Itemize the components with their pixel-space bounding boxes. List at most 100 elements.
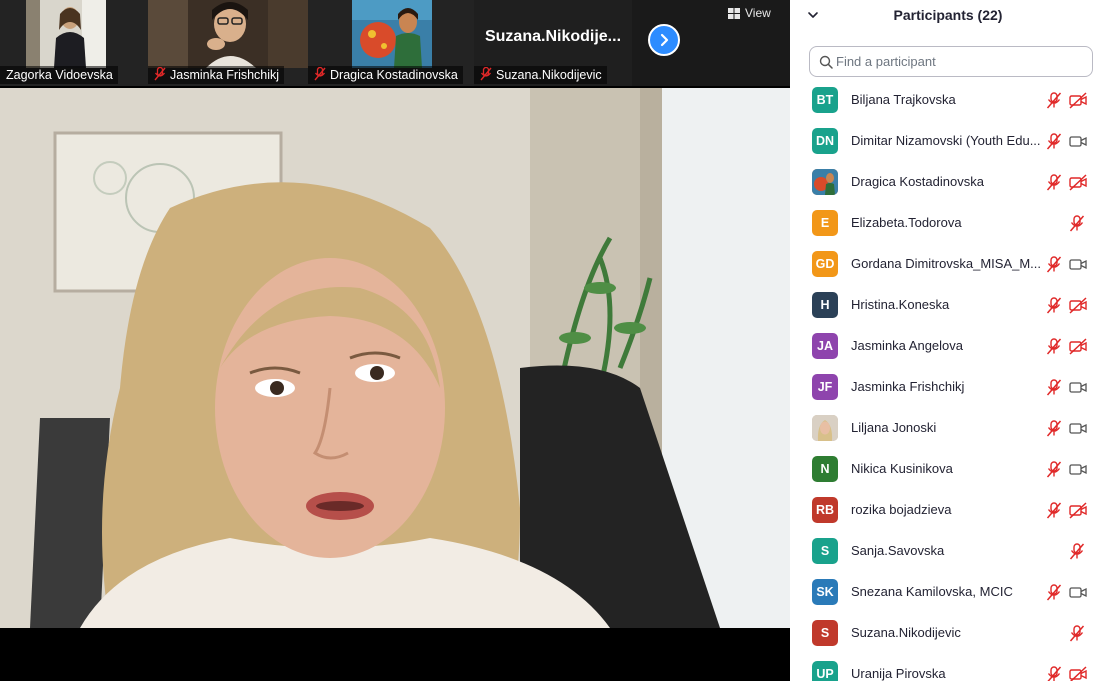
avatar: SK bbox=[812, 579, 838, 605]
participant-row[interactable]: DN Dimitar Nizamovski (Youth Edu... bbox=[790, 121, 1106, 162]
avatar: RB bbox=[812, 497, 838, 523]
video-camera-icon[interactable] bbox=[1069, 256, 1087, 273]
thumbnail-big-name: Suzana.Nikodije... bbox=[484, 28, 622, 45]
zoom-meeting-window: Zagorka Vidoevska Jasminka Frishchikj Dr… bbox=[0, 0, 1106, 681]
muted-mic-icon[interactable] bbox=[1046, 92, 1062, 109]
video-area: Zagorka Vidoevska Jasminka Frishchikj Dr… bbox=[0, 0, 790, 681]
search-input[interactable] bbox=[836, 47, 1086, 76]
participant-row[interactable]: BT Biljana Trajkovska bbox=[790, 80, 1106, 121]
muted-mic-icon[interactable] bbox=[1046, 420, 1062, 437]
avatar: H bbox=[812, 292, 838, 318]
participant-list: BT Biljana Trajkovska DN Dimitar Nizamovski… bbox=[790, 80, 1106, 681]
video-thumbnail[interactable]: Zagorka Vidoevska bbox=[0, 0, 148, 86]
participant-video bbox=[26, 0, 106, 68]
participant-row[interactable]: JA Jasminka Angelova bbox=[790, 326, 1106, 367]
avatar: E bbox=[812, 210, 838, 236]
participant-row[interactable]: UP Uranija Pirovska bbox=[790, 654, 1106, 681]
participant-row[interactable]: GD Gordana Dimitrovska_MISA_M... bbox=[790, 244, 1106, 285]
participant-row[interactable]: E Elizabeta.Todorova bbox=[790, 203, 1106, 244]
muted-mic-icon[interactable] bbox=[1046, 502, 1062, 519]
participant-search[interactable] bbox=[809, 46, 1093, 77]
participant-name: rozika bojadzieva bbox=[851, 502, 952, 517]
chevron-right-icon bbox=[660, 33, 669, 47]
participant-row[interactable]: Liljana Jonoski bbox=[790, 408, 1106, 449]
avatar: DN bbox=[812, 128, 838, 154]
participant-row[interactable]: JF Jasminka Frishchikj bbox=[790, 367, 1106, 408]
video-thumbnail[interactable]: Dragica Kostadinovska bbox=[308, 0, 474, 86]
participant-name: Jasminka Angelova bbox=[851, 338, 964, 353]
participant-name: Nikica Kusinikova bbox=[851, 461, 953, 476]
participant-name: Gordana Dimitrovska_MISA_M... bbox=[851, 256, 1042, 271]
thumbnail-name: Jasminka Frishchikj bbox=[170, 68, 280, 82]
participant-name: Dimitar Nizamovski (Youth Edu... bbox=[851, 133, 1041, 148]
thumbnail-strip: Zagorka Vidoevska Jasminka Frishchikj Dr… bbox=[0, 0, 790, 86]
video-camera-icon[interactable] bbox=[1069, 461, 1087, 478]
participant-row[interactable]: S Sanja.Savovska bbox=[790, 531, 1106, 572]
video-camera-icon[interactable] bbox=[1069, 133, 1087, 150]
muted-mic-icon[interactable] bbox=[1046, 133, 1062, 150]
video-off-icon[interactable] bbox=[1069, 338, 1087, 355]
avatar: BT bbox=[812, 87, 838, 113]
view-button[interactable]: View bbox=[728, 4, 784, 22]
participant-name: Suzana.Nikodijevic bbox=[851, 625, 961, 640]
muted-mic-icon[interactable] bbox=[1046, 256, 1062, 273]
muted-mic-icon[interactable] bbox=[1046, 584, 1062, 601]
muted-mic-icon[interactable] bbox=[1046, 461, 1062, 478]
thumbnail-name: Dragica Kostadinovska bbox=[330, 68, 458, 82]
participant-row[interactable]: S Suzana.Nikodijevic bbox=[790, 613, 1106, 654]
view-button-label: View bbox=[745, 6, 771, 20]
avatar: JF bbox=[812, 374, 838, 400]
video-off-icon[interactable] bbox=[1069, 502, 1087, 519]
video-camera-icon[interactable] bbox=[1069, 420, 1087, 437]
video-off-icon[interactable] bbox=[1069, 92, 1087, 109]
thumbnail-name-bar: Jasminka Frishchikj bbox=[148, 66, 285, 84]
participant-name: Uranija Pirovska bbox=[851, 666, 946, 681]
avatar: GD bbox=[812, 251, 838, 277]
video-camera-icon[interactable] bbox=[1069, 379, 1087, 396]
participants-panel: Participants (22) BT Biljana Trajkovska DN… bbox=[790, 0, 1106, 681]
panel-header: Participants (22) bbox=[790, 0, 1106, 30]
video-thumbnail[interactable]: Jasminka Frishchikj bbox=[148, 0, 308, 86]
grid-icon bbox=[728, 7, 740, 19]
participant-name: Dragica Kostadinovska bbox=[851, 174, 984, 189]
video-off-icon[interactable] bbox=[1069, 174, 1087, 191]
avatar: S bbox=[812, 538, 838, 564]
avatar: UP bbox=[812, 661, 838, 681]
avatar bbox=[812, 415, 838, 441]
participant-name: Hristina.Koneska bbox=[851, 297, 950, 312]
video-off-icon[interactable] bbox=[1069, 297, 1087, 314]
participant-row[interactable]: N Nikica Kusinikova bbox=[790, 449, 1106, 490]
participant-video bbox=[148, 0, 308, 68]
video-off-icon[interactable] bbox=[1069, 666, 1087, 681]
participant-row[interactable]: RB rozika bojadzieva bbox=[790, 490, 1106, 531]
muted-mic-icon[interactable] bbox=[1046, 174, 1062, 191]
participant-name: Elizabeta.Todorova bbox=[851, 215, 962, 230]
participant-video bbox=[352, 0, 432, 68]
thumbnail-name: Suzana.Nikodijevic bbox=[496, 68, 602, 82]
video-camera-icon[interactable] bbox=[1069, 584, 1087, 601]
muted-mic-icon bbox=[480, 67, 492, 81]
panel-title: Participants (22) bbox=[893, 7, 1003, 23]
participant-row[interactable]: Dragica Kostadinovska bbox=[790, 162, 1106, 203]
active-speaker-video bbox=[0, 88, 790, 628]
muted-mic-icon[interactable] bbox=[1069, 543, 1085, 560]
participant-name: Liljana Jonoski bbox=[851, 420, 937, 435]
avatar: N bbox=[812, 456, 838, 482]
participant-row[interactable]: SK Snezana Kamilovska, MCIC bbox=[790, 572, 1106, 613]
muted-mic-icon[interactable] bbox=[1069, 625, 1085, 642]
muted-mic-icon[interactable] bbox=[1069, 215, 1085, 232]
participant-row[interactable]: H Hristina.Koneska bbox=[790, 285, 1106, 326]
participant-name: Snezana Kamilovska, MCIC bbox=[851, 584, 1013, 599]
video-thumbnail[interactable]: Suzana.Nikodije... Suzana.Nikodijevic bbox=[474, 0, 632, 86]
muted-mic-icon bbox=[314, 67, 326, 81]
muted-mic-icon[interactable] bbox=[1046, 338, 1062, 355]
muted-mic-icon bbox=[154, 67, 166, 81]
search-icon bbox=[819, 55, 833, 69]
muted-mic-icon[interactable] bbox=[1046, 379, 1062, 396]
avatar bbox=[812, 169, 838, 195]
thumbnail-name-bar: Suzana.Nikodijevic bbox=[474, 66, 607, 84]
muted-mic-icon[interactable] bbox=[1046, 666, 1062, 681]
next-page-button[interactable] bbox=[648, 24, 680, 56]
participant-name: Sanja.Savovska bbox=[851, 543, 945, 558]
muted-mic-icon[interactable] bbox=[1046, 297, 1062, 314]
